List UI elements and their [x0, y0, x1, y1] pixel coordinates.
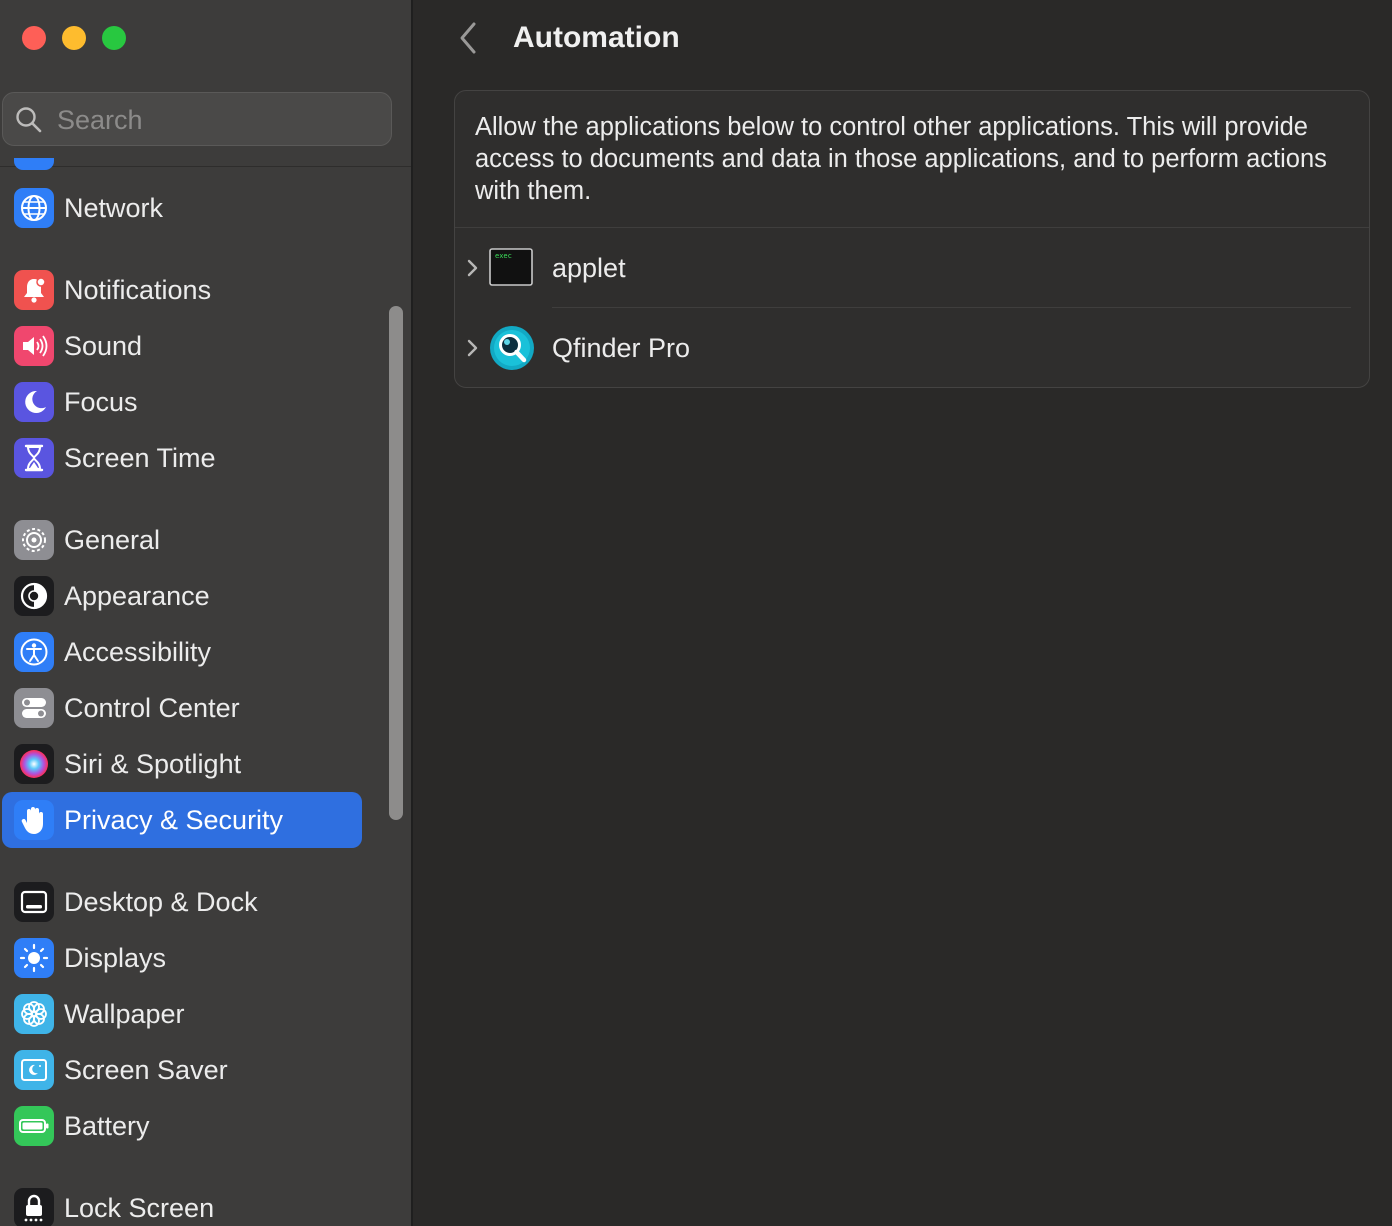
- sidebar-item-label: Desktop & Dock: [64, 887, 258, 917]
- app-row-qfinder-pro[interactable]: Qfinder Pro: [455, 309, 1369, 387]
- sidebar-item-screen-saver[interactable]: Screen Saver: [2, 1042, 362, 1098]
- gear-icon: [14, 520, 54, 560]
- app-name: applet: [552, 253, 626, 283]
- sidebar-item-appearance[interactable]: Appearance: [2, 568, 362, 624]
- back-chevron-icon[interactable]: [455, 20, 481, 56]
- app-row-applet[interactable]: exec applet: [455, 229, 1369, 307]
- terminal-exec-icon: exec: [489, 245, 535, 291]
- search-field[interactable]: [2, 92, 392, 146]
- sidebar-item-accessibility[interactable]: Accessibility: [2, 624, 362, 680]
- sidebar-item-control-center[interactable]: Control Center: [2, 680, 362, 736]
- sidebar-item-label: Wallpaper: [64, 999, 185, 1029]
- automation-description: Allow the applications below to control …: [475, 113, 1327, 205]
- sidebar-item-sound[interactable]: Sound: [2, 318, 362, 374]
- search-input[interactable]: [55, 101, 379, 139]
- zoom-button[interactable]: [102, 26, 126, 50]
- flower-icon: [14, 994, 54, 1034]
- sidebar-divider: [0, 166, 411, 167]
- applet-icon-text: exec: [495, 252, 512, 260]
- battery-icon: [14, 1106, 54, 1146]
- page-title: Automation: [513, 21, 680, 54]
- dock-icon: [14, 882, 54, 922]
- sidebar-item-label: Screen Saver: [64, 1055, 228, 1085]
- window-controls: [22, 26, 126, 50]
- sidebar-item-label: Appearance: [64, 581, 210, 611]
- sidebar-item-siri-spotlight[interactable]: Siri & Spotlight: [2, 736, 362, 792]
- sidebar-item-label: Privacy & Security: [64, 805, 284, 835]
- divider: [552, 307, 1351, 308]
- sidebar-item-screen-time[interactable]: Screen Time: [2, 430, 362, 486]
- accessibility-icon: [14, 632, 54, 672]
- close-button[interactable]: [22, 26, 46, 50]
- sidebar-item-displays[interactable]: Displays: [2, 930, 362, 986]
- search-icon: [16, 107, 42, 133]
- main-content: Automation Allow the applications below …: [413, 0, 1392, 1226]
- chevron-right-icon[interactable]: [465, 258, 479, 278]
- hand-icon: [14, 800, 54, 840]
- sidebar-item-label: Siri & Spotlight: [64, 749, 242, 779]
- sidebar-item-privacy-security[interactable]: Privacy & Security: [2, 792, 362, 848]
- sidebar-item-label: Displays: [64, 943, 167, 973]
- sidebar-item-label: Accessibility: [64, 637, 212, 667]
- sidebar-item-label: Screen Time: [64, 443, 216, 473]
- divider: [455, 227, 1369, 228]
- screen-saver-icon: [14, 1050, 54, 1090]
- sidebar-item-label: Notifications: [64, 275, 212, 305]
- sidebar-item-desktop-dock[interactable]: Desktop & Dock: [2, 874, 362, 930]
- sidebar: Network Notifications Sound Focus Screen: [0, 0, 413, 1226]
- sidebar-scrollbar[interactable]: [389, 306, 403, 820]
- notification-bell-icon: [14, 270, 54, 310]
- qfinder-magnifier-icon: [489, 325, 535, 371]
- sidebar-item-focus[interactable]: Focus: [2, 374, 362, 430]
- sun-icon: [14, 938, 54, 978]
- chevron-right-icon[interactable]: [465, 338, 479, 358]
- sidebar-item-network[interactable]: Network: [2, 180, 362, 236]
- lock-icon: [14, 1188, 54, 1226]
- siri-icon: [14, 744, 54, 784]
- network-globe-icon: [14, 188, 54, 228]
- appearance-icon: [14, 576, 54, 616]
- toggles-icon: [14, 688, 54, 728]
- app-name: Qfinder Pro: [552, 333, 691, 363]
- minimize-button[interactable]: [62, 26, 86, 50]
- sidebar-item-label: General: [64, 525, 161, 555]
- sidebar-item-label: Focus: [64, 387, 138, 417]
- sidebar-item-label: Battery: [64, 1111, 150, 1141]
- sidebar-item-label: Network: [64, 193, 164, 223]
- sidebar-item-notifications[interactable]: Notifications: [2, 262, 362, 318]
- hourglass-icon: [14, 438, 54, 478]
- speaker-icon: [14, 326, 54, 366]
- sidebar-item-battery[interactable]: Battery: [2, 1098, 362, 1154]
- sidebar-item-wallpaper[interactable]: Wallpaper: [2, 986, 362, 1042]
- automation-panel: Allow the applications below to control …: [454, 90, 1370, 388]
- sidebar-item-lock-screen[interactable]: Lock Screen: [2, 1180, 362, 1226]
- sidebar-item-label: Lock Screen: [64, 1193, 215, 1223]
- sidebar-item-label: Control Center: [64, 693, 240, 723]
- partial-sidebar-icon: [14, 158, 54, 170]
- moon-icon: [14, 382, 54, 422]
- sidebar-item-general[interactable]: General: [2, 512, 362, 568]
- sidebar-item-label: Sound: [64, 331, 143, 361]
